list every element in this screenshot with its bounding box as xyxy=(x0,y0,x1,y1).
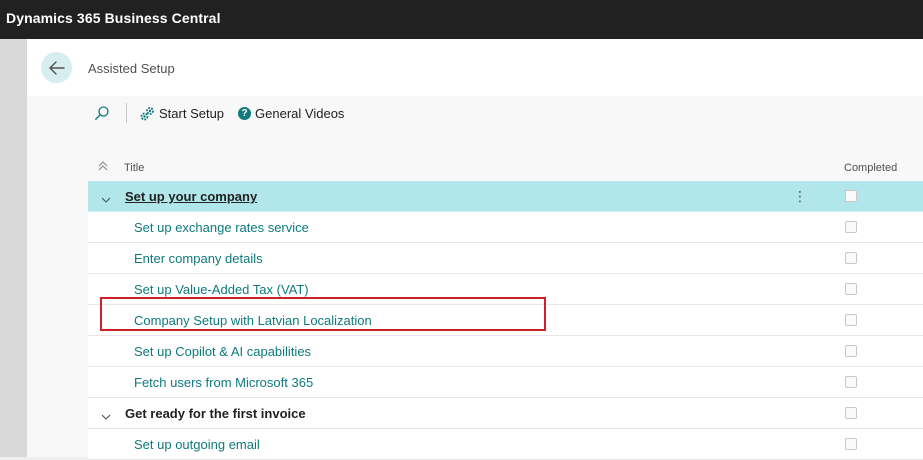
list-item[interactable]: Fetch users from Microsoft 365 xyxy=(88,367,923,398)
list-item[interactable]: Set up Copilot & AI capabilities xyxy=(88,336,923,367)
completed-checkbox xyxy=(845,407,857,419)
chevron-down-icon[interactable] xyxy=(101,192,111,207)
collapse-all-icon[interactable] xyxy=(97,161,109,174)
app-title: Dynamics 365 Business Central xyxy=(6,10,221,26)
setup-link[interactable]: Fetch users from Microsoft 365 xyxy=(134,375,313,390)
content-area: Start Setup ? General Videos Title Compl… xyxy=(27,96,923,460)
completed-checkbox xyxy=(845,376,857,388)
completed-checkbox xyxy=(845,283,857,295)
page-title: Assisted Setup xyxy=(88,61,175,76)
setup-link[interactable]: Set up outgoing email xyxy=(134,437,260,452)
list-item[interactable]: Set up exchange rates service xyxy=(88,212,923,243)
start-setup-label: Start Setup xyxy=(159,105,225,121)
toolbar-divider xyxy=(126,103,127,123)
list-item[interactable]: Company Setup with Latvian Localization xyxy=(88,305,923,336)
left-gutter xyxy=(0,39,27,457)
setup-link[interactable]: Set up Copilot & AI capabilities xyxy=(134,344,311,359)
search-icon xyxy=(95,106,109,120)
setup-link[interactable]: Company Setup with Latvian Localization xyxy=(134,313,372,328)
column-header-title[interactable]: Title xyxy=(124,162,144,174)
group-row[interactable]: Set up your company ⋮ xyxy=(88,181,923,212)
group-title[interactable]: Get ready for the first invoice xyxy=(125,406,306,421)
start-setup-button[interactable]: Start Setup xyxy=(140,106,224,121)
action-bar: Start Setup ? General Videos xyxy=(93,96,358,130)
column-header-completed[interactable]: Completed xyxy=(844,162,897,174)
gears-icon xyxy=(140,106,154,120)
general-videos-button[interactable]: ? General Videos xyxy=(238,106,344,121)
list-item[interactable]: Set up Value-Added Tax (VAT) xyxy=(88,274,923,305)
list-item[interactable]: Enter company details xyxy=(88,243,923,274)
completed-checkbox xyxy=(845,438,857,450)
page-container: Assisted Setup Start Setup ? General Vid… xyxy=(27,39,923,460)
search-button[interactable] xyxy=(93,104,111,122)
setup-link[interactable]: Enter company details xyxy=(134,251,263,266)
completed-checkbox xyxy=(845,252,857,264)
grid-header: Title Completed xyxy=(88,153,923,181)
setup-grid: Title Completed Set up your company ⋮ Se… xyxy=(88,153,923,460)
group-row[interactable]: Get ready for the first invoice xyxy=(88,398,923,429)
more-options-icon[interactable]: ⋮ xyxy=(793,188,807,205)
chevron-down-icon[interactable] xyxy=(101,409,111,424)
group-title[interactable]: Set up your company xyxy=(125,189,257,204)
completed-checkbox xyxy=(845,190,857,202)
setup-link[interactable]: Set up Value-Added Tax (VAT) xyxy=(134,282,309,297)
top-bar: Dynamics 365 Business Central xyxy=(0,0,923,39)
completed-checkbox xyxy=(845,221,857,233)
setup-link[interactable]: Set up exchange rates service xyxy=(134,220,309,235)
general-videos-label: General Videos xyxy=(255,105,345,121)
list-item[interactable]: Set up outgoing email xyxy=(88,429,923,460)
arrow-left-icon xyxy=(48,60,65,75)
completed-checkbox xyxy=(845,314,857,326)
completed-checkbox xyxy=(845,345,857,357)
help-icon: ? xyxy=(238,106,252,120)
back-button[interactable] xyxy=(41,52,72,83)
